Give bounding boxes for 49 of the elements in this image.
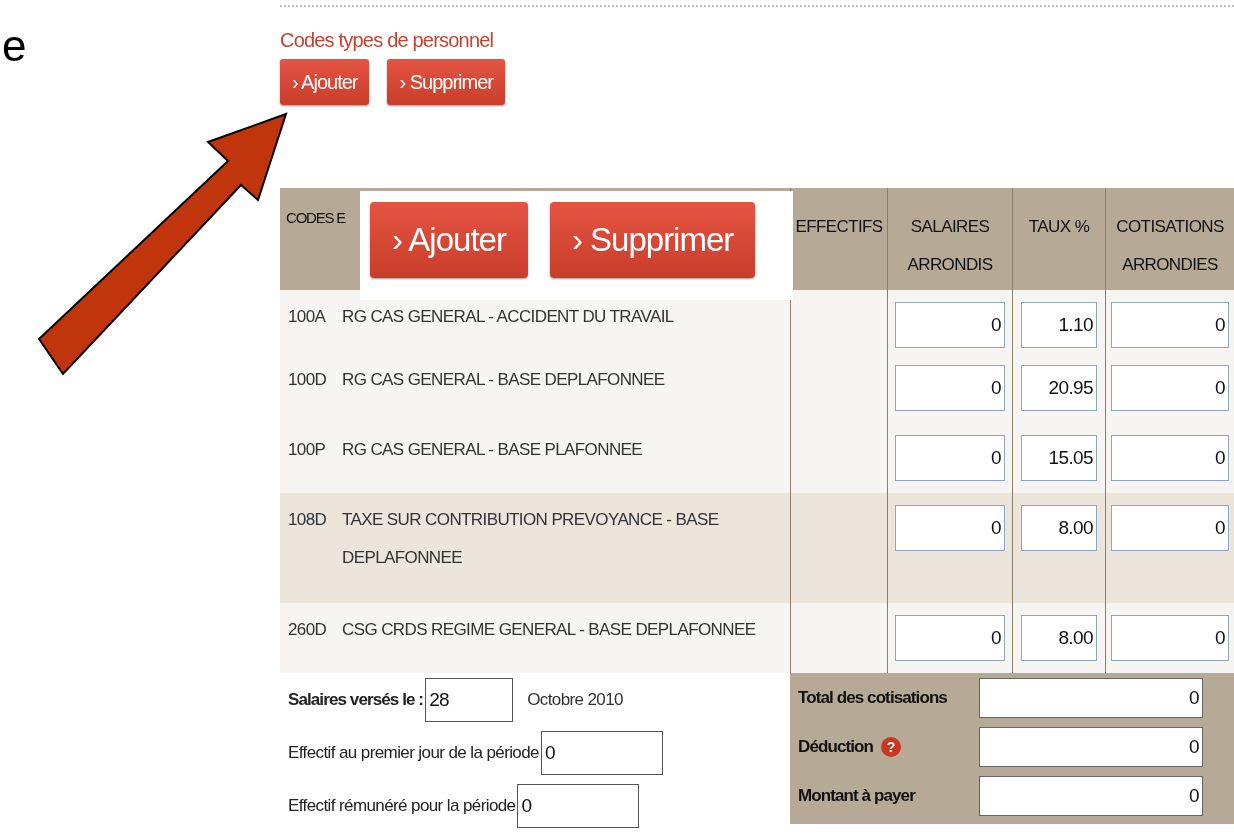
input-field[interactable]: 0 — [895, 615, 1005, 661]
row-label: TAXE SUR CONTRIBUTION PREVOYANCE - BASE DEPLAFONNEE — [342, 509, 720, 569]
input-field[interactable]: 8.00 — [1021, 615, 1097, 661]
row-label: CSG CRDS REGIME GENERAL - BASE DEPLAFONNEE — [342, 619, 757, 641]
column-header: EFFECTIFS — [790, 188, 887, 290]
field-label: Effectif rémunéré pour la période — [288, 795, 516, 816]
input-field[interactable]: 0 — [540, 730, 663, 775]
input-field[interactable]: 0 — [895, 435, 1005, 481]
row-label: RG CAS GENERAL - ACCIDENT DU TRAVAIL — [342, 306, 675, 328]
input-field[interactable]: 28 — [425, 677, 514, 722]
row-code: 100D — [288, 369, 328, 391]
input-field[interactable]: 0 — [895, 505, 1005, 551]
field-label: Salaires versés le : — [288, 689, 424, 710]
input-field[interactable]: 0 — [979, 727, 1203, 767]
help-icon: ? — [881, 737, 901, 757]
add-button[interactable]: › Ajouter — [370, 202, 528, 278]
delete-button[interactable]: › Supprimer — [387, 59, 505, 105]
input-field[interactable]: 0 — [1111, 435, 1229, 481]
section-title: Codes types de personnel — [280, 29, 495, 53]
input-field[interactable]: 0 — [1111, 505, 1229, 551]
input-field[interactable]: 0 — [895, 302, 1005, 348]
summary-label: Total des cotisations — [798, 688, 947, 708]
delete-button[interactable]: › Supprimer — [549, 202, 756, 278]
input-field[interactable]: 0 — [1111, 615, 1229, 661]
input-field[interactable]: 0 — [1111, 365, 1229, 411]
input-field[interactable]: 0 — [895, 365, 1005, 411]
input-field[interactable]: 0 — [1111, 302, 1229, 348]
row-code: 108D — [288, 509, 328, 531]
input-field[interactable]: 20.95 — [1021, 365, 1097, 411]
row-code: 260D — [288, 619, 328, 641]
field-label: Effectif au premier jour de la période — [288, 742, 539, 763]
column-header: TAUX % — [1012, 188, 1105, 290]
input-field[interactable]: 0 — [979, 776, 1203, 816]
input-field[interactable]: 0 — [979, 678, 1203, 718]
slide-text: e — [2, 24, 28, 68]
add-button[interactable]: › Ajouter — [280, 59, 370, 105]
input-field[interactable]: 1.10 — [1021, 302, 1097, 348]
column-header: SALAIRES ARRONDIS — [887, 188, 1012, 290]
field-suffix: Octobre 2010 — [527, 689, 623, 710]
row-code: 100P — [288, 439, 327, 461]
input-field[interactable]: 8.00 — [1021, 505, 1097, 551]
row-label: RG CAS GENERAL - BASE PLAFONNEE — [342, 439, 644, 461]
summary-label: Montant à payer — [798, 786, 915, 806]
summary-label: Déduction — [798, 737, 873, 757]
input-field[interactable]: 15.05 — [1021, 435, 1097, 481]
column-header: COTISATIONS ARRONDIES — [1105, 188, 1234, 290]
row-code: 100A — [288, 306, 327, 328]
row-label: RG CAS GENERAL - BASE DEPLAFONNEE — [342, 369, 666, 391]
input-field[interactable]: 0 — [517, 783, 640, 828]
